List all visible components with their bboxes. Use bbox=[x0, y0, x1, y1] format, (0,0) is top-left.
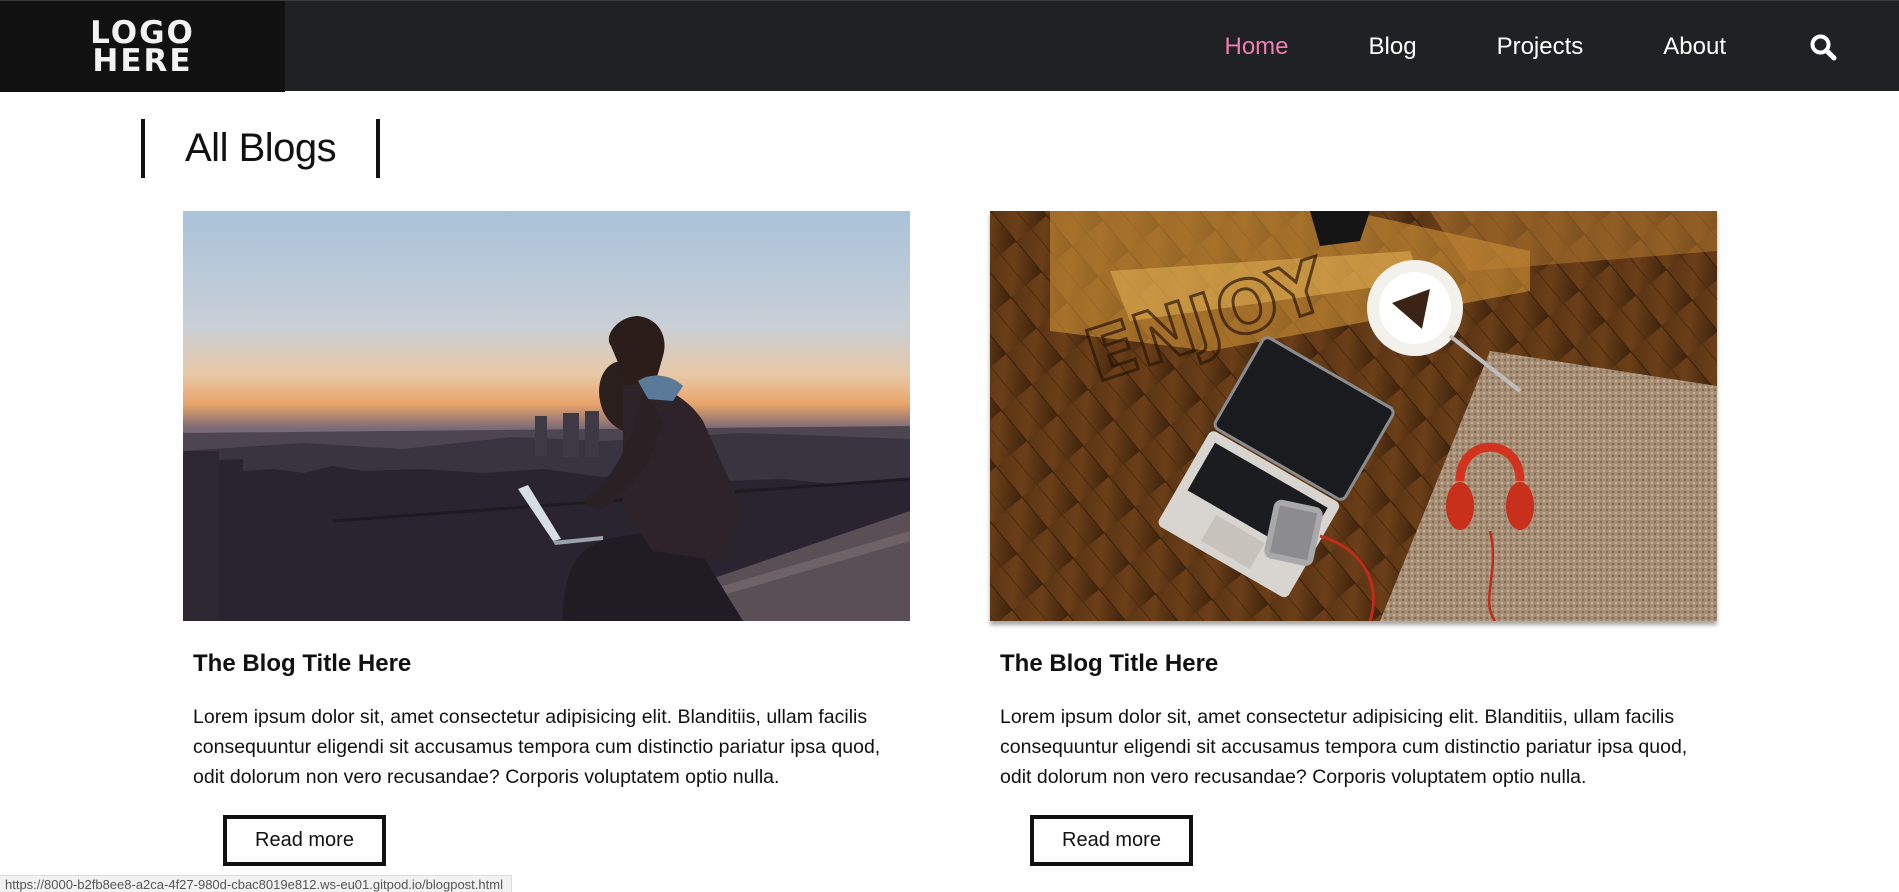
blog-image-person-laptop[interactable] bbox=[183, 211, 910, 621]
main-nav: Home Blog Projects About bbox=[1225, 1, 1899, 92]
nav-blog[interactable]: Blog bbox=[1369, 33, 1417, 61]
search-button[interactable] bbox=[1806, 30, 1840, 64]
nav-home[interactable]: Home bbox=[1225, 33, 1289, 61]
blog-card: The Blog Title Here Lorem ipsum dolor si… bbox=[183, 211, 910, 866]
nav-about[interactable]: About bbox=[1663, 33, 1726, 61]
blog-image-laptop-desk[interactable]: ENJOY bbox=[990, 211, 1717, 621]
blog-title[interactable]: The Blog Title Here bbox=[193, 650, 910, 678]
search-icon bbox=[1810, 34, 1837, 60]
page-title: All Blogs bbox=[185, 126, 337, 170]
blog-excerpt: Lorem ipsum dolor sit, amet consectetur … bbox=[1000, 706, 1688, 788]
read-more-button[interactable]: Read more bbox=[1030, 815, 1193, 866]
blog-card: ENJOY The Blog Title Here Lorem ipsum do… bbox=[990, 211, 1717, 866]
logo-text-line2: HERE bbox=[92, 42, 193, 79]
logo[interactable]: LOGO HERE bbox=[0, 1, 285, 92]
nav-projects[interactable]: Projects bbox=[1497, 33, 1584, 61]
browser-status-url: https://8000-b2fb8ee8-a2ca-4f27-980d-cba… bbox=[0, 875, 512, 892]
section-heading: All Blogs bbox=[141, 119, 381, 178]
blog-excerpt: Lorem ipsum dolor sit, amet consectetur … bbox=[193, 706, 881, 788]
blog-title[interactable]: The Blog Title Here bbox=[1000, 650, 1717, 678]
read-more-button[interactable]: Read more bbox=[223, 815, 386, 866]
top-navbar: LOGO HERE Home Blog Projects About bbox=[0, 0, 1899, 92]
